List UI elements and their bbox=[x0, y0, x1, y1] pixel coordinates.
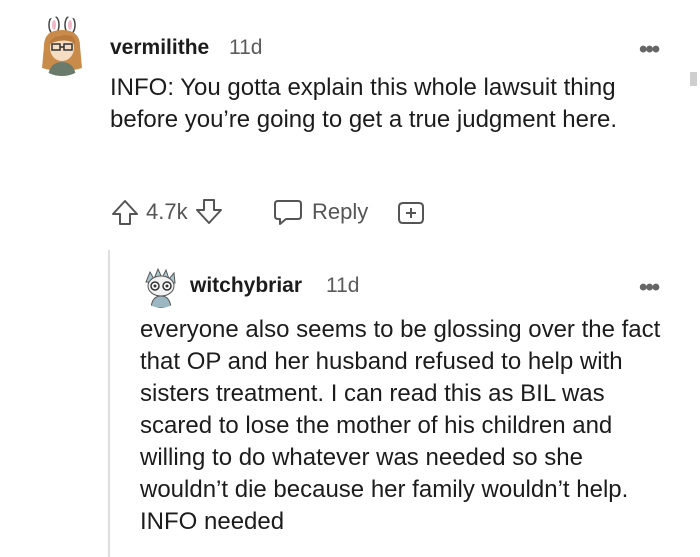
reply-button[interactable]: Reply bbox=[272, 195, 368, 229]
reply-label: Reply bbox=[312, 199, 369, 224]
award-button[interactable] bbox=[395, 197, 427, 229]
comment: vermilithe 11d ••• INFO: You gotta expla… bbox=[0, 0, 700, 250]
more-options-icon[interactable]: ••• bbox=[639, 38, 660, 62]
avatar-illustration-icon bbox=[42, 16, 82, 76]
reply-user-avatar[interactable] bbox=[140, 266, 182, 308]
reply-timestamp: 11d bbox=[326, 274, 360, 297]
arrow-down-icon[interactable] bbox=[194, 197, 224, 227]
comment-timestamp: 11d bbox=[229, 36, 263, 59]
plus-circle-icon bbox=[395, 197, 427, 229]
reply-username[interactable]: witchybriar bbox=[190, 274, 302, 298]
comment-body: INFO: You gotta explain this whole lawsu… bbox=[110, 74, 617, 133]
scrollbar-thumb[interactable] bbox=[690, 72, 697, 86]
reply-comment: witchybriar 11d ••• everyone also seems … bbox=[110, 250, 700, 557]
speech-bubble-icon bbox=[272, 197, 304, 227]
reply-body: everyone also seems to be glossing over … bbox=[140, 316, 661, 535]
more-options-icon[interactable]: ••• bbox=[639, 276, 660, 300]
user-avatar[interactable] bbox=[32, 16, 92, 76]
vote-controls: 4.7k bbox=[110, 195, 224, 229]
avatar-illustration-icon bbox=[145, 267, 176, 308]
comment-username[interactable]: vermilithe bbox=[110, 36, 209, 60]
vote-count: 4.7k bbox=[146, 199, 188, 224]
arrow-up-icon[interactable] bbox=[110, 197, 140, 227]
